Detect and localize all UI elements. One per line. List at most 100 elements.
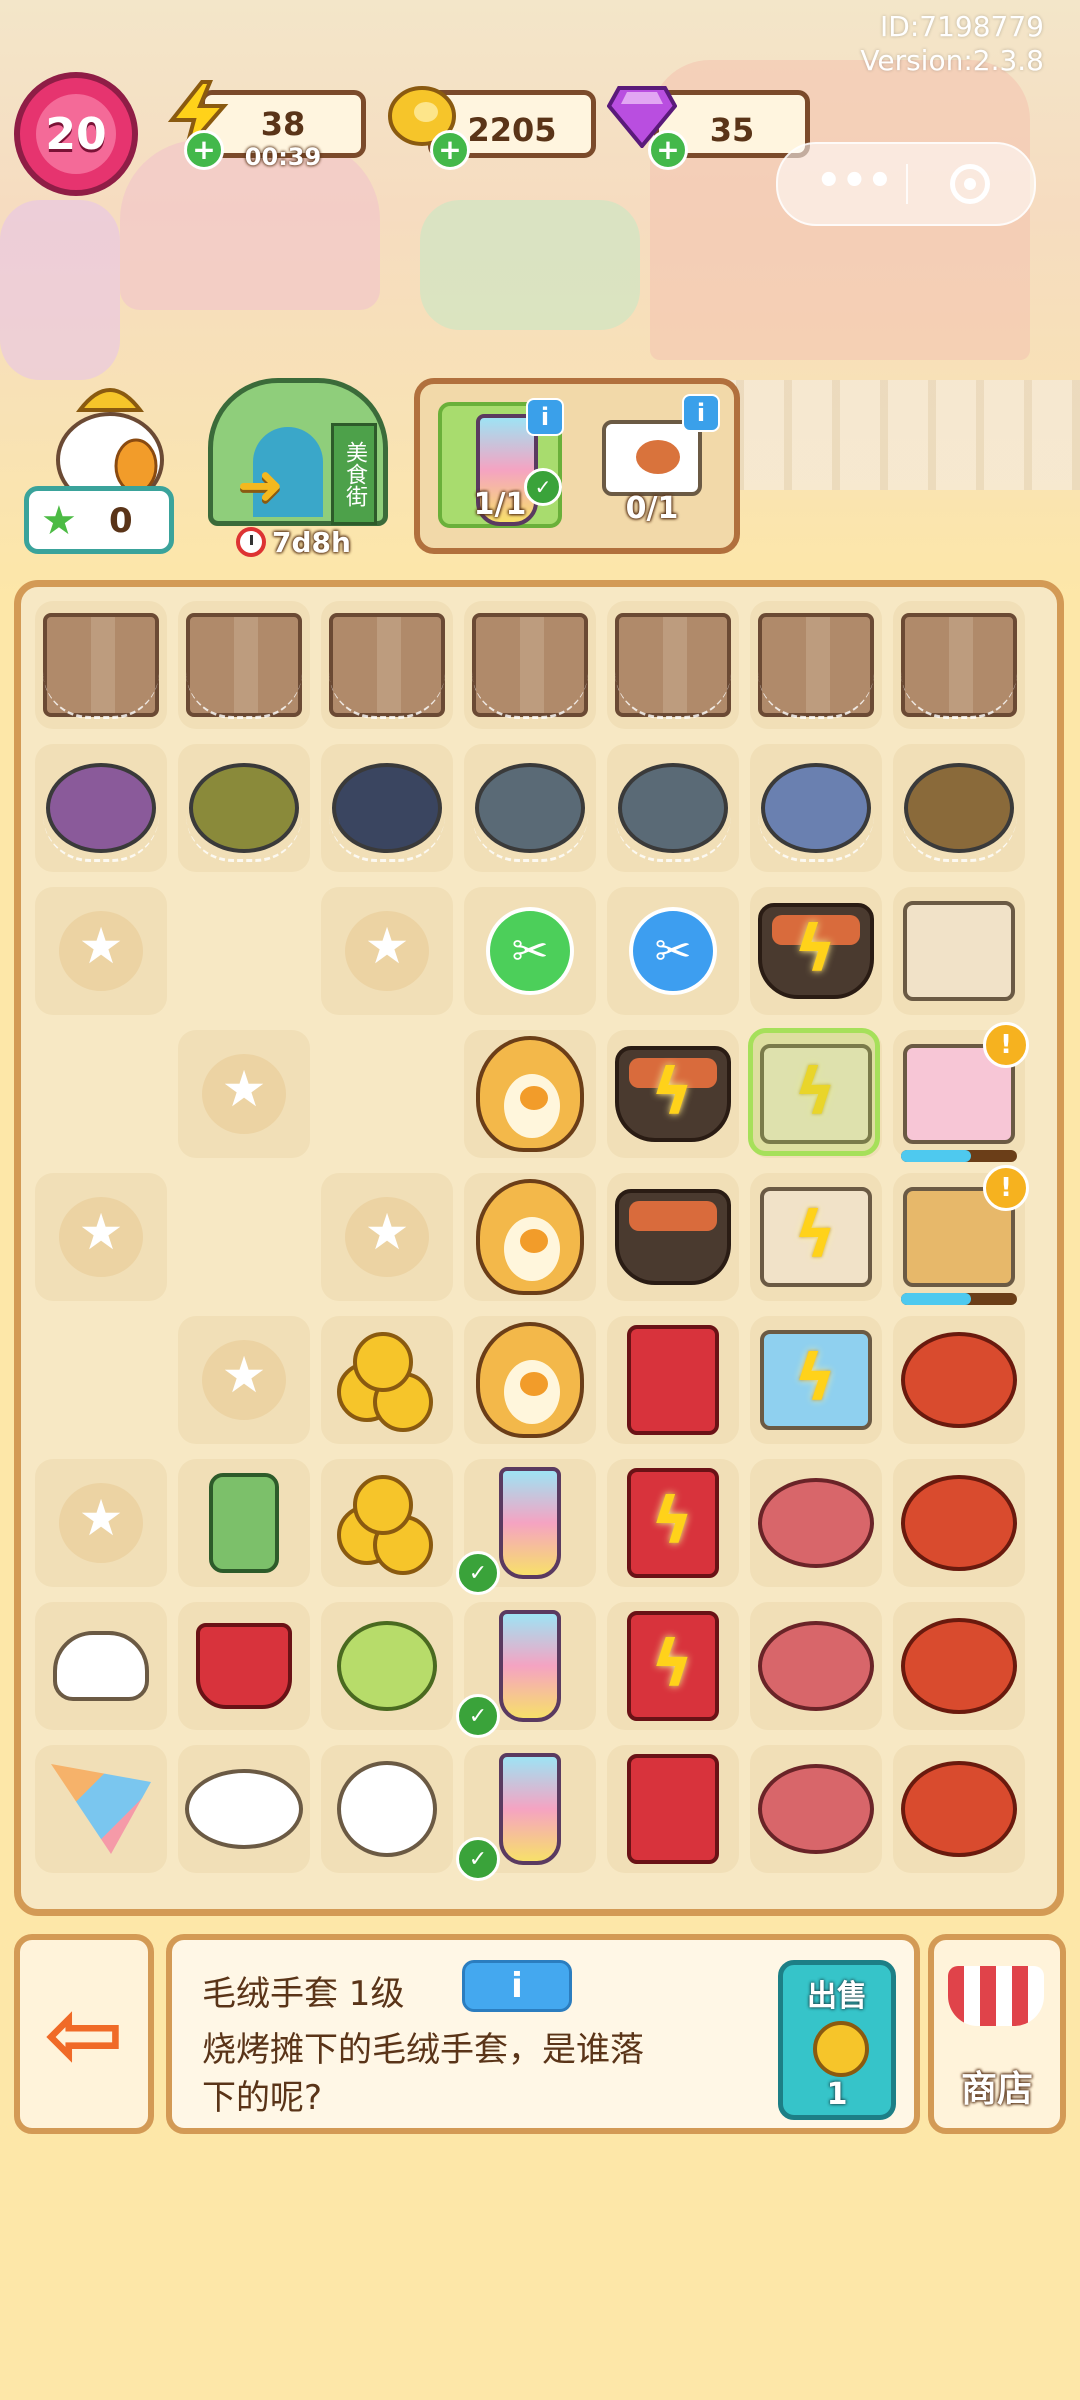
info-icon[interactable]: i	[526, 398, 564, 436]
keys-duck-shape	[337, 1761, 437, 1857]
board-item[interactable]: ϟ	[607, 1030, 739, 1158]
board-item[interactable]	[35, 601, 167, 729]
alert-icon: !	[983, 1022, 1029, 1068]
glove-shape	[53, 1631, 149, 1701]
locked-star-cell[interactable]	[35, 887, 167, 1015]
board-item[interactable]	[893, 601, 1025, 729]
order-card-takeout[interactable]: i 0/1	[590, 394, 720, 528]
board-item[interactable]	[750, 1459, 882, 1587]
locked-star-cell[interactable]	[321, 1173, 453, 1301]
board-item[interactable]	[607, 744, 739, 872]
board-item[interactable]	[321, 1459, 453, 1587]
board-item[interactable]	[750, 601, 882, 729]
more-options-icon[interactable]: •••	[816, 158, 893, 204]
item-info-button[interactable]: i	[462, 1960, 572, 2012]
locked-star-cell[interactable]	[321, 887, 453, 1015]
cart-shape	[903, 901, 1015, 1001]
food-street-event-button[interactable]: ➜ 美食街	[208, 378, 388, 526]
board-item[interactable]: ϟ	[607, 1602, 739, 1730]
drink-shape	[499, 1610, 561, 1722]
board-item[interactable]: ϟ	[750, 1173, 882, 1301]
board-item[interactable]	[893, 1745, 1025, 1873]
board-item[interactable]	[607, 601, 739, 729]
shop-button[interactable]: 商店	[928, 1934, 1066, 2134]
locked-star-cell[interactable]	[35, 1173, 167, 1301]
board-item[interactable]: ϟ	[750, 887, 882, 1015]
glove-icon	[35, 1602, 167, 1730]
board-item[interactable]	[35, 1745, 167, 1873]
item-description: 烧烤摊下的毛绒手套，是谁落下的呢?	[202, 2030, 644, 2118]
board-item[interactable]	[464, 601, 596, 729]
board-item[interactable]: ϟ	[607, 1459, 739, 1587]
miniprogram-capsule[interactable]: •••	[776, 142, 1036, 226]
board-item[interactable]	[750, 1602, 882, 1730]
board-item[interactable]	[893, 887, 1025, 1015]
board-item[interactable]: ϟ	[750, 1316, 882, 1444]
board-item[interactable]	[607, 1316, 739, 1444]
board-item[interactable]	[893, 1602, 1025, 1730]
board-item[interactable]: ✓	[456, 1745, 596, 1881]
coin	[353, 1475, 413, 1535]
arrow-left-icon: ➜	[237, 453, 284, 518]
board-item[interactable]	[321, 601, 453, 729]
close-miniprogram-icon[interactable]	[950, 164, 990, 204]
board-item[interactable]	[321, 744, 453, 872]
scissors-bubble[interactable]: ✂	[486, 907, 574, 995]
merge-board: ✂✂ϟϟϟ!ϟ!ϟ✓ϟ✓ϟ✓	[14, 580, 1064, 1916]
shop-awning-icon	[948, 1966, 1044, 2026]
board-item[interactable]: ✂	[464, 887, 596, 1015]
empty-cell	[178, 887, 310, 1015]
order-card-drink[interactable]: i ✓ 1/1	[438, 398, 564, 528]
sell-label: 出售	[807, 1979, 867, 2014]
board-item[interactable]	[178, 1459, 310, 1587]
board-item[interactable]	[321, 1316, 453, 1444]
lightning-icon: ϟ	[651, 1628, 694, 1702]
board-item[interactable]	[893, 744, 1025, 872]
locked-star-cell[interactable]	[35, 1459, 167, 1587]
locked-star-cell[interactable]	[178, 1030, 310, 1158]
info-icon[interactable]: i	[682, 394, 720, 432]
board-item[interactable]	[178, 601, 310, 729]
board-item[interactable]	[607, 1745, 739, 1873]
board-item[interactable]	[178, 744, 310, 872]
flags-shape	[51, 1764, 151, 1854]
gas-can-shape	[209, 1473, 279, 1573]
drink-shape	[499, 1753, 561, 1865]
board-item[interactable]: !	[893, 1022, 1029, 1162]
board-item[interactable]	[464, 744, 596, 872]
selected-cell-highlight	[748, 1028, 880, 1156]
tiger-shape	[476, 1322, 584, 1438]
board-item[interactable]	[321, 1745, 453, 1873]
item-name: 毛绒手套 1级	[202, 1974, 405, 2014]
board-item[interactable]	[35, 744, 167, 872]
board-item[interactable]	[35, 1602, 167, 1730]
board-item[interactable]	[464, 1030, 596, 1158]
board-item[interactable]	[464, 1316, 596, 1444]
board-item[interactable]: !	[893, 1165, 1029, 1305]
board-item[interactable]	[750, 1745, 882, 1873]
scissors-bubble[interactable]: ✂	[629, 907, 717, 995]
star-value: 0	[109, 501, 133, 541]
board-item[interactable]	[321, 1602, 453, 1730]
sell-button[interactable]: 出售 1	[778, 1960, 896, 2120]
board-item[interactable]	[607, 1173, 739, 1301]
board-item[interactable]	[178, 1602, 310, 1730]
player-level-badge[interactable]: 20	[14, 72, 138, 196]
energy-plus-icon[interactable]: +	[184, 130, 224, 170]
board-item[interactable]	[464, 1173, 596, 1301]
board-item[interactable]	[893, 1316, 1025, 1444]
board-item[interactable]: ✂	[607, 887, 739, 1015]
order-progress: 0/1	[625, 491, 679, 526]
coin-plus-icon[interactable]: +	[430, 130, 470, 170]
gem-plus-icon[interactable]: +	[648, 130, 688, 170]
board-item[interactable]: ✓	[456, 1459, 596, 1595]
board-item[interactable]	[893, 1459, 1025, 1587]
exit-button[interactable]: ⇦	[14, 1934, 154, 2134]
board-item[interactable]: ✓	[456, 1602, 596, 1738]
board-item[interactable]	[750, 744, 882, 872]
star-counter[interactable]: ★ 0	[24, 486, 174, 554]
steak-icon	[750, 1459, 882, 1587]
board-item[interactable]	[178, 1745, 310, 1873]
locked-star-cell[interactable]	[178, 1316, 310, 1444]
lightning-icon: ϟ	[794, 913, 837, 987]
